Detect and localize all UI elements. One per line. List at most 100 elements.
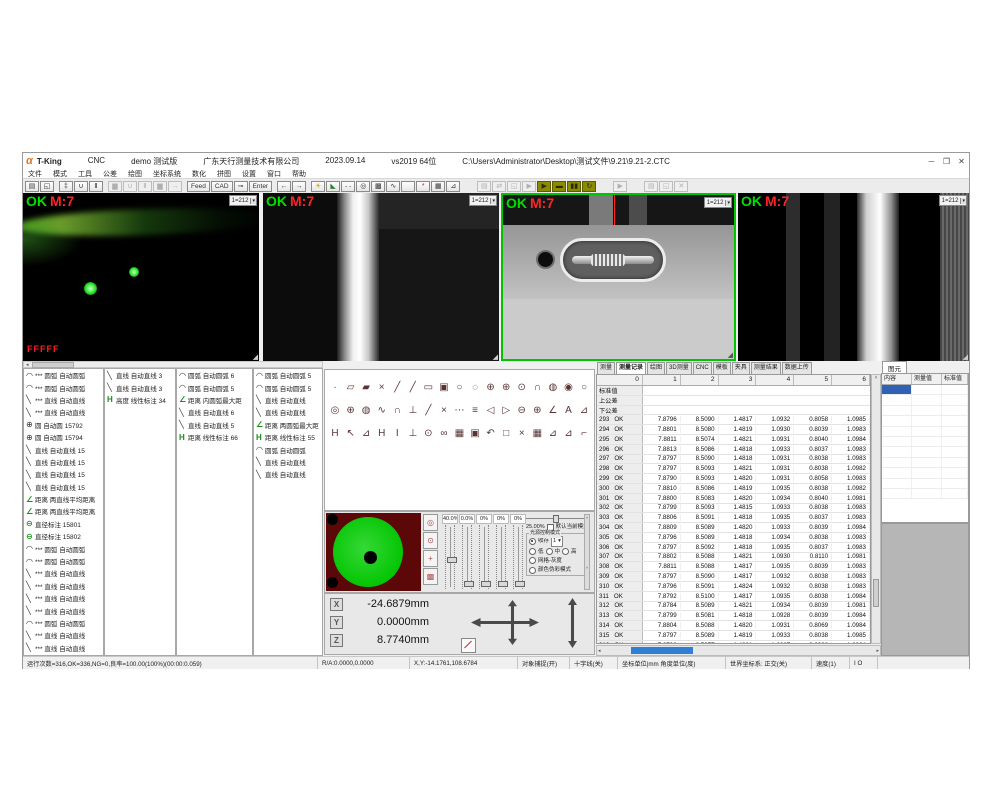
- light-slider-track[interactable]: [496, 525, 506, 589]
- palette-tool-icon[interactable]: H: [328, 427, 342, 439]
- element-row[interactable]: [882, 479, 968, 489]
- table-row[interactable]: 313OK7.87998.50811.48181.09280.80391.098…: [597, 611, 870, 621]
- list-item[interactable]: H距离 线性标注 55: [254, 431, 322, 443]
- light-slider-track[interactable]: [513, 525, 523, 589]
- palette-tool-icon[interactable]: ⊥: [406, 427, 420, 439]
- light-slider-thumb[interactable]: [464, 581, 474, 587]
- list-item[interactable]: ∠距离 两直线平均距离: [24, 493, 103, 505]
- list-item[interactable]: ╲*** 直线 自动直线: [24, 592, 103, 604]
- toolbar-button[interactable]: - -: [341, 181, 355, 192]
- mode-radio[interactable]: [529, 538, 536, 545]
- palette-tool-icon[interactable]: ▰: [359, 381, 373, 393]
- palette-tool-icon[interactable]: ◁: [484, 404, 498, 416]
- camera-view-3-selected[interactable]: OKM:7 1=212 ▾ ◢: [501, 193, 736, 361]
- palette-tool-icon[interactable]: ⊥: [406, 404, 420, 416]
- palette-tool-icon[interactable]: ◉: [561, 381, 575, 393]
- list-item[interactable]: ◠*** 圆弧 自动圆弧: [24, 617, 103, 629]
- results-grid[interactable]: 0123456 标准值上公差下公差293OK7.87968.50901.4817…: [596, 374, 871, 644]
- list-item[interactable]: ∠距离 两圆弧最大距: [254, 419, 322, 431]
- palette-tool-icon[interactable]: ⊙: [515, 381, 529, 393]
- palette-tool-icon[interactable]: ·: [328, 381, 342, 393]
- table-row[interactable]: 294OK7.88018.50801.48191.09300.80391.098…: [597, 425, 870, 435]
- list-item[interactable]: ╲*** 直线 自动直线: [24, 580, 103, 592]
- list-item[interactable]: ⊕圆 自动圆 15792: [24, 419, 103, 431]
- menu-item-帮助[interactable]: 帮助: [292, 169, 306, 179]
- option-radio[interactable]: [529, 557, 536, 564]
- camera-indicator-dropdown[interactable]: 1=212 ▾: [469, 195, 497, 206]
- toolbar-button[interactable]: ↻: [582, 181, 596, 192]
- toolbar-button[interactable]: ▮▮: [567, 181, 581, 192]
- close-button[interactable]: ✕: [954, 157, 969, 166]
- toolbar-button[interactable]: CAD: [211, 181, 233, 192]
- element-grid[interactable]: 内容测量值标准值: [881, 373, 969, 523]
- tab-数据上传[interactable]: 数据上传: [782, 362, 812, 374]
- palette-tool-icon[interactable]: ×: [515, 427, 529, 439]
- palette-tool-icon[interactable]: ⊿: [577, 404, 591, 416]
- palette-tool-icon[interactable]: ⊖: [515, 404, 529, 416]
- toolbar-button[interactable]: ▦: [431, 181, 445, 192]
- palette-tool-icon[interactable]: ⊿: [561, 427, 575, 439]
- list-item[interactable]: ╲直线 自动直线: [254, 406, 322, 418]
- palette-tool-icon[interactable]: ∠: [546, 404, 560, 416]
- palette-tool-icon[interactable]: ∩: [390, 404, 404, 416]
- chevron-down-icon[interactable]: ▾: [490, 198, 496, 204]
- menu-item-设置[interactable]: 设置: [242, 169, 256, 179]
- toolbar-button[interactable]: [401, 181, 415, 192]
- menu-item-模式[interactable]: 模式: [53, 169, 67, 179]
- list-item[interactable]: ⊖直径标注 15802: [24, 530, 103, 542]
- toolbar-button[interactable]: ▬: [552, 181, 566, 192]
- master-light-slider[interactable]: [526, 515, 586, 521]
- light-slider[interactable]: 40.0%: [442, 514, 458, 589]
- list-item[interactable]: ╲直线 自动直线 15: [24, 468, 103, 480]
- palette-tool-icon[interactable]: ◎: [328, 404, 342, 416]
- list-item[interactable]: ╲直线 自动直线 6: [177, 406, 252, 418]
- light-segment-button[interactable]: ▩: [423, 568, 438, 585]
- tab-测量[interactable]: 测量: [597, 362, 615, 374]
- palette-tool-icon[interactable]: ⊕: [484, 381, 498, 393]
- measurement-list-2[interactable]: ╲直线 自动直线 3╲直线 自动直线 3H高度 线性标注 34: [104, 368, 176, 656]
- light-slider-track[interactable]: [445, 525, 455, 589]
- palette-tool-icon[interactable]: ∩: [530, 381, 544, 393]
- palette-tool-icon[interactable]: H: [375, 427, 389, 439]
- element-row[interactable]: [882, 458, 968, 468]
- list-item[interactable]: ╲*** 直线 自动直线: [24, 406, 103, 418]
- element-row[interactable]: [882, 416, 968, 426]
- list-item[interactable]: ⊖直径标注 15801: [24, 518, 103, 530]
- toolbar-button[interactable]: ‡: [59, 181, 73, 192]
- table-row[interactable]: 315OK7.87978.50891.48191.09330.80381.098…: [597, 631, 870, 641]
- light-segment-button[interactable]: ◎: [423, 514, 438, 531]
- toolbar-button[interactable]: ∪: [74, 181, 88, 192]
- resize-grip[interactable]: ◢: [493, 353, 498, 361]
- light-slider-track[interactable]: [462, 525, 472, 589]
- list-item[interactable]: ╲直线 自动直线 3: [105, 381, 175, 393]
- palette-tool-icon[interactable]: ╱: [390, 381, 404, 393]
- palette-tool-icon[interactable]: ╱: [406, 381, 420, 393]
- menu-item-工具[interactable]: 工具: [78, 169, 92, 179]
- scrollbar-thumb[interactable]: [631, 647, 693, 654]
- camera-view-1[interactable]: OKM:7 1=212 ▾ FFFFF ◢: [23, 193, 259, 361]
- table-row[interactable]: 301OK7.88008.50831.48201.09340.80401.098…: [597, 494, 870, 504]
- mode-select[interactable]: 1▾: [551, 536, 563, 546]
- resize-grip[interactable]: ◢: [253, 353, 258, 361]
- menu-item-窗口[interactable]: 窗口: [267, 169, 281, 179]
- option-radio[interactable]: [529, 567, 536, 574]
- element-row[interactable]: [882, 406, 968, 416]
- list-item[interactable]: ◠圆弧 自动圆弧 5: [254, 381, 322, 393]
- menu-item-拼图[interactable]: 拼图: [217, 169, 231, 179]
- palette-tool-icon[interactable]: ⊙: [421, 427, 435, 439]
- list-item[interactable]: ╲*** 直线 自动直线: [24, 394, 103, 406]
- table-row[interactable]: 299OK7.87908.50931.48201.09310.80581.098…: [597, 474, 870, 484]
- list-item[interactable]: ◠*** 圆弧 自动圆弧: [24, 542, 103, 554]
- toolbar-button[interactable]: Feed: [187, 181, 210, 192]
- palette-tool-icon[interactable]: ⋯: [453, 404, 467, 416]
- tab-夹具[interactable]: 夹具: [732, 362, 750, 374]
- tab-3D测量[interactable]: 3D测量: [666, 362, 692, 374]
- table-row[interactable]: 297OK7.87978.50901.48181.09310.80381.098…: [597, 455, 870, 465]
- toolbar-button[interactable]: ◎: [356, 181, 370, 192]
- element-row[interactable]: [882, 395, 968, 405]
- palette-tool-icon[interactable]: ⊕: [344, 404, 358, 416]
- scrollbar-thumb[interactable]: [873, 579, 879, 607]
- light-slider-thumb[interactable]: [447, 557, 457, 563]
- toolbar-button[interactable]: ⊸: [234, 181, 248, 192]
- tab-绘图[interactable]: 绘图: [647, 362, 665, 374]
